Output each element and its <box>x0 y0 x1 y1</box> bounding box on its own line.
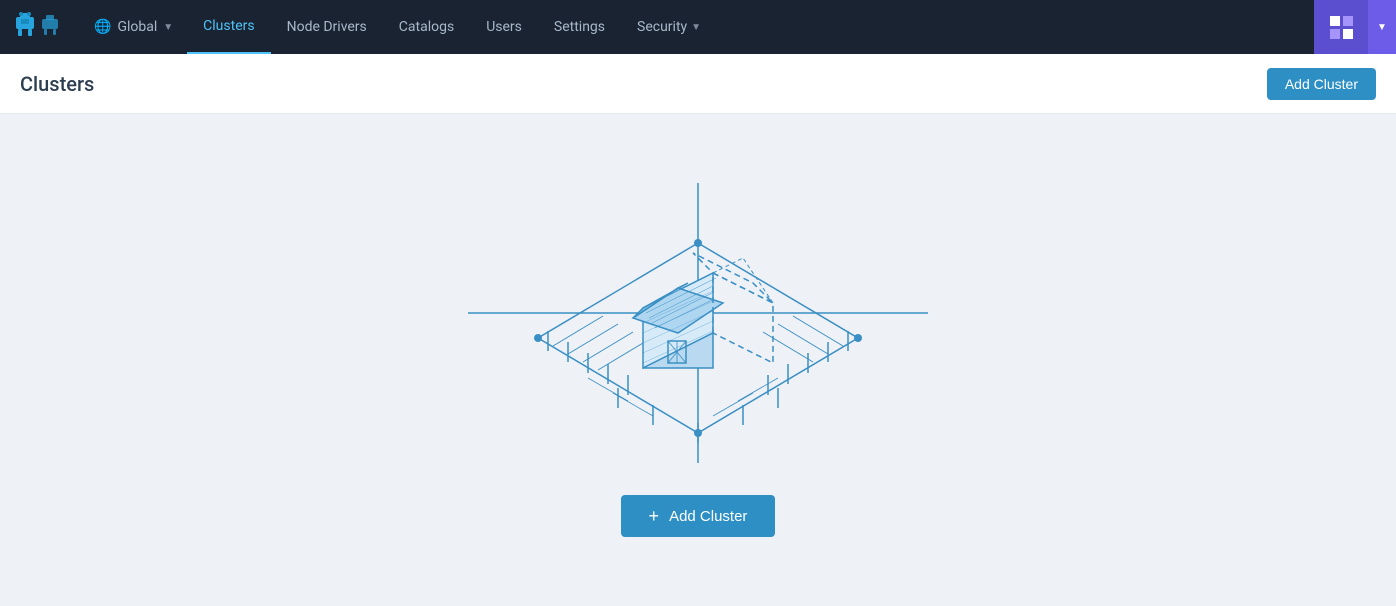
plus-icon: + <box>649 507 660 525</box>
globe-icon: 🌐 <box>94 19 111 35</box>
global-context-switcher[interactable]: 🌐 Global ▼ <box>80 0 187 54</box>
page-title: Clusters <box>20 72 94 96</box>
global-label: Global <box>117 19 157 35</box>
global-chevron-icon: ▼ <box>163 22 173 33</box>
main-content: + Add Cluster <box>0 114 1396 606</box>
nav-item-catalogs[interactable]: Catalogs <box>383 0 470 54</box>
empty-state: + Add Cluster <box>468 183 928 537</box>
app-logo[interactable] <box>0 0 80 54</box>
nav-item-clusters[interactable]: Clusters <box>187 0 270 54</box>
nav-item-users[interactable]: Users <box>470 0 538 54</box>
nav-menu: Clusters Node Drivers Catalogs Users Set… <box>187 0 1314 54</box>
nav-item-node-drivers[interactable]: Node Drivers <box>271 0 383 54</box>
security-chevron-icon: ▼ <box>691 22 701 33</box>
nav-item-security[interactable]: Security ▼ <box>621 0 717 54</box>
nav-right-section: ▼ <box>1314 0 1396 54</box>
user-menu-chevron[interactable]: ▼ <box>1368 0 1396 54</box>
user-avatar-button[interactable] <box>1314 0 1368 54</box>
add-cluster-center-button[interactable]: + Add Cluster <box>621 495 776 537</box>
nav-item-settings[interactable]: Settings <box>538 0 621 54</box>
empty-state-illustration <box>468 183 928 463</box>
avatar-grid-icon <box>1330 16 1353 39</box>
chevron-down-icon: ▼ <box>1377 22 1387 33</box>
page-header: Clusters Add Cluster <box>0 54 1396 114</box>
add-cluster-header-button[interactable]: Add Cluster <box>1267 68 1376 100</box>
add-cluster-center-label: Add Cluster <box>669 508 747 525</box>
top-navigation: 🌐 Global ▼ Clusters Node Drivers Catalog… <box>0 0 1396 54</box>
